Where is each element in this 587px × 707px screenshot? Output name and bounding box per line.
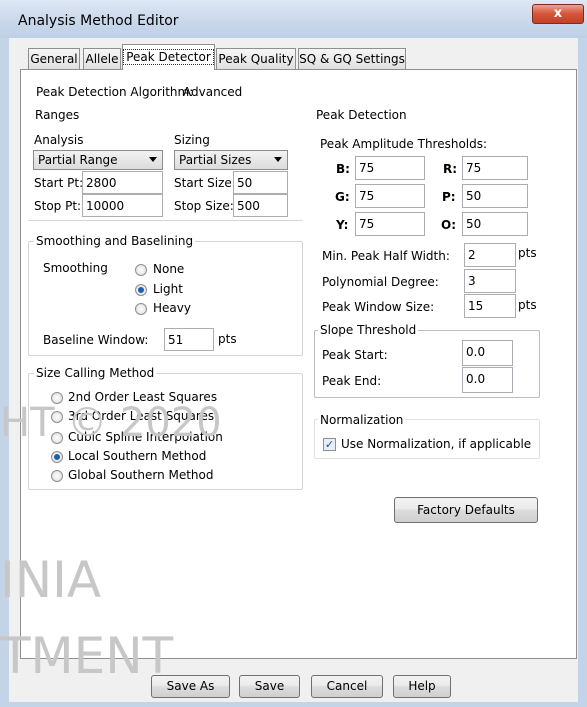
threshold-p-input[interactable]: 50 [462,184,528,208]
peak-start-input[interactable]: 0.0 [462,340,513,366]
start-pt-label: Start Pt: [34,176,84,190]
sizing-select[interactable]: Partial Sizes [174,150,288,170]
baseline-unit: pts [218,332,237,346]
normalization-checkbox-label: Use Normalization, if applicable [341,437,532,451]
threshold-o-label: O: [441,218,456,232]
smoothing-heavy-label: Heavy [153,301,191,315]
peak-end-label: Peak End: [322,374,382,388]
tab-allele[interactable]: Allele [83,48,121,69]
smoothing-label: Smoothing [43,261,108,275]
size-calling-group-title: Size Calling Method [34,366,157,380]
threshold-o-input[interactable]: 50 [462,212,528,236]
normalization-title: Normalization [318,413,406,427]
polynomial-degree-label: Polynomial Degree: [322,275,439,289]
help-button[interactable]: Help [393,675,451,698]
algorithm-value: Advanced [183,85,243,99]
baseline-window-label: Baseline Window: [43,333,149,347]
sizing-label: Sizing [174,133,210,147]
peak-end-input[interactable]: 0.0 [462,367,513,393]
threshold-r-label: R: [443,162,458,176]
threshold-g-input[interactable]: 75 [355,184,425,208]
analysis-label: Analysis [34,133,84,147]
peak-detection-title: Peak Detection [316,108,407,122]
watermark-line-1: HT © 2020 [0,400,222,446]
threshold-b-label: B: [336,162,350,176]
window-title: Analysis Method Editor [18,13,179,29]
size-calling-global-southern-radio[interactable] [51,470,63,482]
chevron-down-icon [149,157,157,162]
min-half-width-label: Min. Peak Half Width: [322,249,450,263]
smoothing-none-label: None [153,262,185,276]
cancel-button[interactable]: Cancel [311,675,383,698]
smoothing-light-radio[interactable] [135,284,147,296]
size-calling-global-southern-label: Global Southern Method [68,468,214,482]
peak-window-size-label: Peak Window Size: [322,300,435,314]
tab-peak-detector[interactable]: Peak Detector [122,44,215,70]
tab-general[interactable]: General [28,48,80,69]
normalization-checkbox[interactable]: ✓ [323,438,336,451]
save-as-button[interactable]: Save As [151,675,230,698]
min-half-width-unit: pts [518,246,537,260]
analysis-range-select[interactable]: Partial Range [33,150,163,170]
start-size-label: Start Size: [174,176,236,190]
size-calling-local-southern-radio[interactable] [51,451,63,463]
slope-threshold-title: Slope Threshold [318,323,419,337]
stop-size-label: Stop Size: [174,199,234,213]
smoothing-light-label: Light [153,282,183,296]
amplitude-thresholds-label: Peak Amplitude Thresholds: [320,137,488,151]
smoothing-none-radio[interactable] [135,264,147,276]
tab-sq-gq-settings[interactable]: SQ & GQ Settings [298,48,406,69]
peak-start-label: Peak Start: [322,348,388,362]
factory-defaults-button[interactable]: Factory Defaults [394,497,538,523]
close-icon: x [553,6,563,21]
peak-window-size-input[interactable]: 15 [464,294,516,318]
stop-pt-input[interactable]: 10000 [82,194,163,217]
peak-window-size-unit: pts [518,298,537,312]
threshold-r-input[interactable]: 75 [462,156,528,180]
threshold-b-input[interactable]: 75 [355,156,425,180]
algorithm-label: Peak Detection Algorithm: [36,85,194,99]
tab-peak-quality[interactable]: Peak Quality [216,48,296,69]
chevron-down-icon [274,157,282,162]
smoothing-heavy-radio[interactable] [135,303,147,315]
baseline-window-input[interactable]: 51 [164,328,214,351]
polynomial-degree-input[interactable]: 3 [464,269,516,293]
watermark-line-3: TMENT [0,627,174,685]
watermark-line-2: INIA [0,551,102,609]
threshold-p-label: P: [442,190,456,204]
size-calling-local-southern-label: Local Southern Method [68,449,207,463]
stop-size-input[interactable]: 500 [233,194,288,217]
stop-pt-label: Stop Pt: [34,199,82,213]
start-pt-input[interactable]: 2800 [82,171,163,194]
threshold-y-label: Y: [336,218,349,232]
start-size-input[interactable]: 50 [233,171,288,194]
min-half-width-input[interactable]: 2 [464,243,516,267]
threshold-y-input[interactable]: 75 [355,212,425,236]
save-button[interactable]: Save [239,675,300,698]
smoothing-group-title: Smoothing and Baselining [34,234,196,248]
threshold-g-label: G: [335,190,350,204]
close-button[interactable]: x [532,4,584,24]
